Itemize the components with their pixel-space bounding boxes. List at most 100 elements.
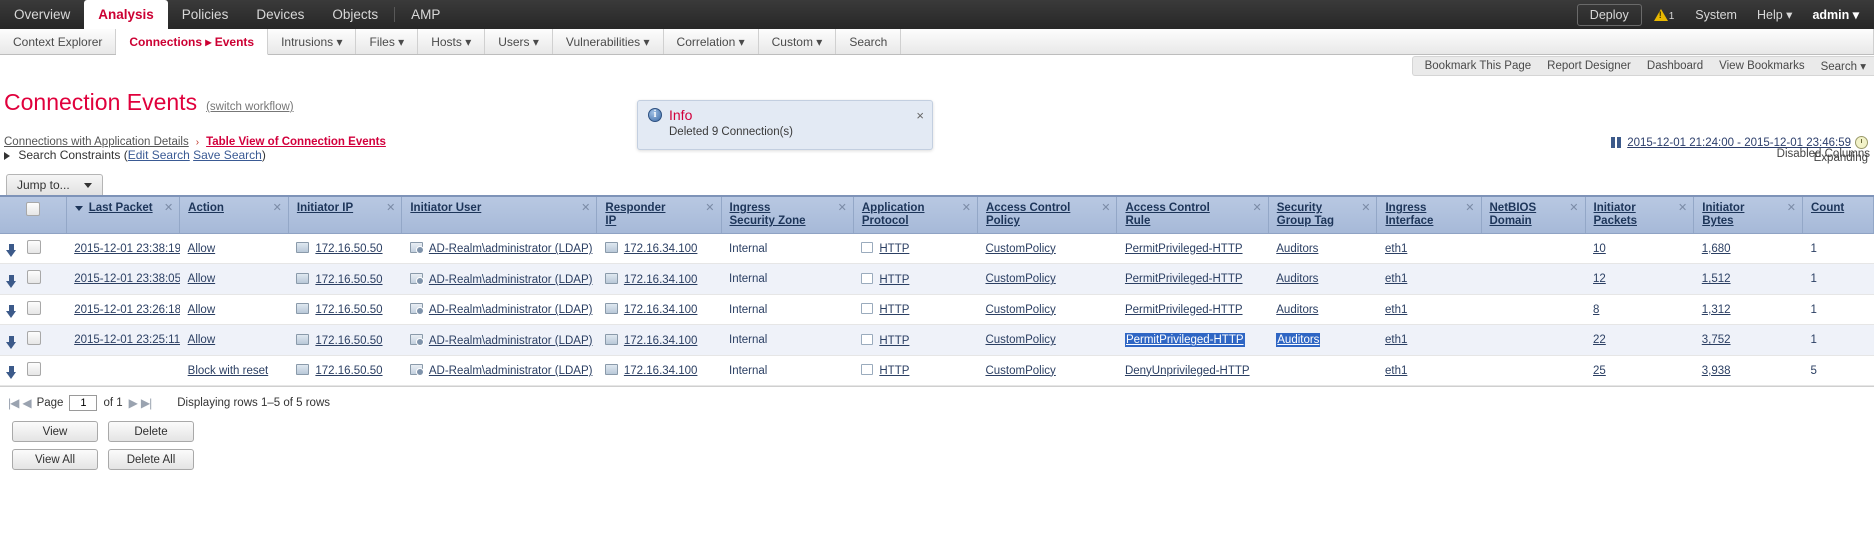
close-column-icon[interactable]: ✕ bbox=[1678, 202, 1687, 214]
row-checkbox[interactable] bbox=[27, 240, 41, 254]
cell-value[interactable]: 1,312 bbox=[1702, 304, 1731, 316]
column-label[interactable]: Access Control bbox=[1125, 202, 1209, 214]
drill-down-icon[interactable] bbox=[6, 244, 17, 258]
cell-value[interactable]: 3,938 bbox=[1702, 365, 1731, 377]
row-checkbox[interactable] bbox=[27, 270, 41, 285]
row-checkbox[interactable] bbox=[27, 361, 41, 376]
cell-value[interactable]: AD-Realm\administrator (LDAP) bbox=[429, 243, 593, 255]
column-label-line2[interactable]: Packets bbox=[1594, 215, 1637, 227]
column-label-line2[interactable]: Security Zone bbox=[730, 215, 806, 227]
close-column-icon[interactable]: ✕ bbox=[1361, 202, 1370, 214]
subnav-item-correlation[interactable]: Correlation ▾ bbox=[664, 29, 759, 54]
cell-value[interactable]: 25 bbox=[1593, 365, 1606, 377]
cell-value[interactable]: 172.16.34.100 bbox=[624, 365, 698, 377]
expand-triangle-icon[interactable] bbox=[4, 151, 10, 160]
cell-value[interactable]: eth1 bbox=[1385, 243, 1407, 255]
cell-value[interactable]: Allow bbox=[188, 334, 215, 346]
topnav-item-amp[interactable]: AMP bbox=[397, 0, 454, 29]
close-column-icon[interactable]: ✕ bbox=[581, 202, 590, 214]
last-page-button[interactable]: ▶| bbox=[141, 396, 152, 410]
column-label[interactable]: Last Packet bbox=[89, 202, 153, 215]
close-column-icon[interactable]: ✕ bbox=[838, 202, 847, 214]
cell-value[interactable]: 1,512 bbox=[1702, 273, 1731, 285]
view-button[interactable]: View bbox=[12, 421, 98, 443]
column-label[interactable]: Action bbox=[188, 202, 224, 215]
close-column-icon[interactable]: ✕ bbox=[1787, 202, 1796, 214]
cell-value[interactable]: eth1 bbox=[1385, 304, 1407, 316]
close-column-icon[interactable]: ✕ bbox=[962, 202, 971, 214]
cell-value[interactable]: Auditors bbox=[1276, 304, 1318, 316]
cell-value[interactable]: PermitPrivileged-HTTP bbox=[1125, 304, 1243, 316]
column-label[interactable]: Initiator bbox=[1594, 202, 1636, 214]
report-designer-link[interactable]: Report Designer bbox=[1547, 60, 1631, 72]
subnav-item-hosts[interactable]: Hosts ▾ bbox=[418, 29, 486, 54]
cell-value[interactable]: CustomPolicy bbox=[985, 243, 1055, 255]
close-column-icon[interactable]: ✕ bbox=[705, 202, 714, 214]
subnav-item-vulnerabilities[interactable]: Vulnerabilities ▾ bbox=[553, 29, 664, 54]
cell-value[interactable]: Auditors bbox=[1276, 273, 1318, 285]
dashboard-link[interactable]: Dashboard bbox=[1647, 60, 1703, 72]
column-label-line2[interactable]: Protocol bbox=[862, 215, 909, 227]
topnav-item-overview[interactable]: Overview bbox=[0, 0, 84, 29]
column-label[interactable]: Responder bbox=[605, 202, 665, 214]
first-page-button[interactable]: |◀ bbox=[8, 396, 19, 410]
cell-value[interactable]: CustomPolicy bbox=[985, 273, 1055, 285]
cell-value[interactable]: AD-Realm\administrator (LDAP) bbox=[429, 304, 593, 316]
subnav-item-files[interactable]: Files ▾ bbox=[356, 29, 419, 54]
delete-all-button[interactable]: Delete All bbox=[108, 449, 194, 471]
cell-value[interactable]: Allow bbox=[188, 243, 215, 255]
column-label-line2[interactable]: Group Tag bbox=[1277, 215, 1334, 227]
column-label[interactable]: Application bbox=[862, 202, 925, 214]
column-label[interactable]: Ingress bbox=[1385, 202, 1426, 214]
topnav-item-objects[interactable]: Objects bbox=[318, 0, 392, 29]
subnav-item-connections-events[interactable]: Connections ▸ Events bbox=[116, 29, 269, 55]
cell-value[interactable]: Allow bbox=[188, 304, 215, 316]
cell-value[interactable]: Allow bbox=[188, 273, 215, 285]
cell-value[interactable]: 172.16.34.100 bbox=[624, 243, 698, 255]
close-column-icon[interactable]: ✕ bbox=[386, 202, 395, 214]
row-checkbox[interactable] bbox=[27, 331, 41, 346]
cell-value[interactable]: HTTP bbox=[879, 304, 909, 316]
deploy-button[interactable]: Deploy bbox=[1576, 3, 1642, 26]
cell-value[interactable]: 172.16.50.50 bbox=[315, 274, 382, 286]
cell-value[interactable]: HTTP bbox=[879, 335, 909, 347]
cell-value[interactable]: DenyUnprivileged-HTTP bbox=[1125, 365, 1250, 377]
cell-value[interactable]: CustomPolicy bbox=[985, 304, 1055, 316]
close-column-icon[interactable]: ✕ bbox=[1569, 202, 1578, 214]
column-label-line2[interactable]: Rule bbox=[1125, 215, 1150, 227]
cell-value[interactable]: 2015-12-01 23:38:19 bbox=[74, 243, 179, 255]
cell-value[interactable]: 2015-12-01 23:25:11 bbox=[74, 334, 179, 346]
cell-value[interactable]: 172.16.50.50 bbox=[315, 335, 382, 347]
cell-value[interactable]: 22 bbox=[1593, 334, 1606, 346]
cell-value[interactable]: AD-Realm\administrator (LDAP) bbox=[429, 274, 593, 286]
select-all-checkbox[interactable] bbox=[26, 202, 40, 216]
cell-value[interactable]: 172.16.34.100 bbox=[624, 335, 698, 347]
cell-value[interactable]: 172.16.50.50 bbox=[315, 365, 382, 377]
close-column-icon[interactable]: ✕ bbox=[164, 202, 173, 214]
search-dropdown-link[interactable]: Search ▾ bbox=[1821, 59, 1866, 73]
next-page-button[interactable]: ▶ bbox=[129, 396, 138, 410]
cell-value[interactable]: 12 bbox=[1593, 273, 1606, 285]
topnav-item-analysis[interactable]: Analysis bbox=[84, 0, 168, 29]
column-label[interactable]: Security bbox=[1277, 202, 1322, 214]
subnav-item-custom[interactable]: Custom ▾ bbox=[759, 29, 837, 54]
cell-value[interactable]: 3,752 bbox=[1702, 334, 1731, 346]
jump-to-dropdown[interactable]: Jump to... bbox=[6, 174, 103, 195]
edit-search-link[interactable]: Edit Search bbox=[128, 148, 190, 162]
drill-down-icon[interactable] bbox=[6, 305, 17, 319]
subnav-item-users[interactable]: Users ▾ bbox=[485, 29, 553, 54]
cell-value[interactable]: 10 bbox=[1593, 243, 1606, 255]
cell-value[interactable]: 172.16.34.100 bbox=[624, 274, 698, 286]
subnav-item-context-explorer[interactable]: Context Explorer bbox=[0, 29, 117, 54]
cell-value[interactable]: 1,680 bbox=[1702, 243, 1731, 255]
cell-value[interactable]: CustomPolicy bbox=[985, 334, 1055, 346]
close-icon[interactable]: × bbox=[916, 109, 924, 122]
cell-value[interactable]: Block with reset bbox=[188, 365, 269, 377]
warning-indicator[interactable]: 1 bbox=[1653, 8, 1674, 22]
column-label-line2[interactable]: Bytes bbox=[1702, 215, 1733, 227]
sort-descending-icon[interactable] bbox=[74, 206, 83, 211]
column-label-line2[interactable]: Interface bbox=[1385, 215, 1433, 227]
bookmark-this-page-link[interactable]: Bookmark This Page bbox=[1425, 60, 1532, 72]
topnav-item-help[interactable]: Help ▾ bbox=[1748, 7, 1801, 22]
cell-value[interactable]: 172.16.50.50 bbox=[315, 304, 382, 316]
